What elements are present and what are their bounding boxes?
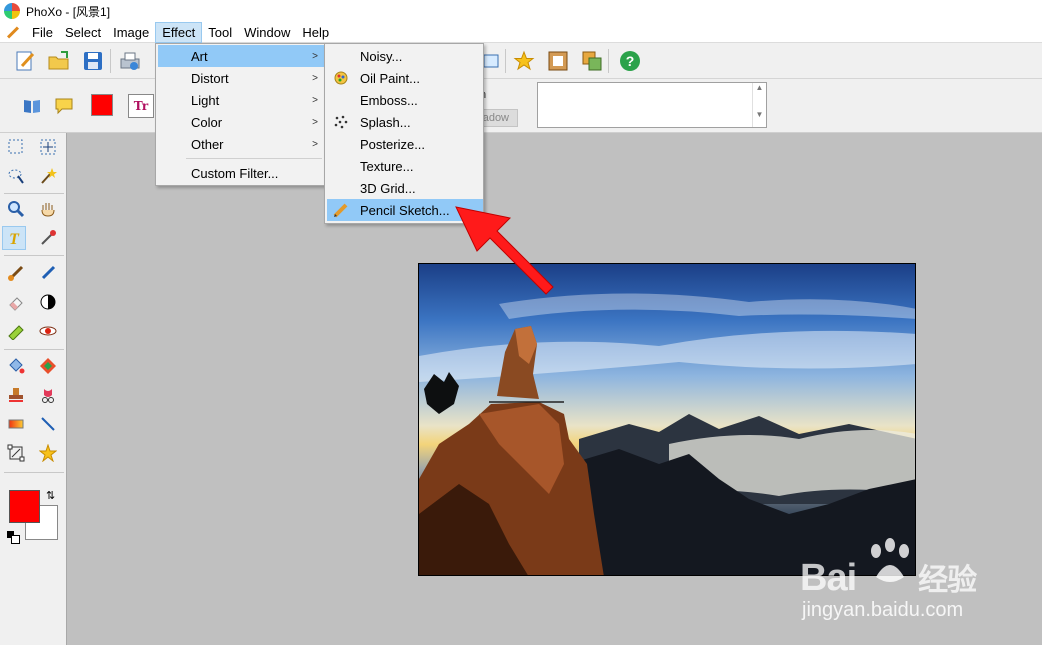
- submenu-arrow-icon: >: [312, 50, 318, 62]
- effect-menu-distort-label: Distort: [191, 70, 229, 86]
- shape-star-icon[interactable]: [36, 441, 60, 465]
- eyedropper-icon[interactable]: [36, 226, 60, 250]
- pencil-icon: [333, 202, 349, 218]
- hand-pan-icon[interactable]: [36, 197, 60, 221]
- effect-menu-other-label: Other: [191, 136, 224, 152]
- title-bar: PhoXo - [风景1]: [0, 0, 1042, 22]
- text-input[interactable]: ▲ ▼: [537, 82, 767, 128]
- menu-effect[interactable]: Effect: [155, 21, 203, 43]
- menu-bar: File Select Image Effect Tool Window Hel…: [0, 21, 1042, 43]
- swap-colors-icon[interactable]: ⇅: [46, 489, 55, 502]
- sharpen-icon[interactable]: [4, 319, 28, 343]
- layers-icon[interactable]: [579, 48, 605, 74]
- menu-help[interactable]: Help: [296, 23, 335, 42]
- line-icon[interactable]: [36, 412, 60, 436]
- text-scrollbar[interactable]: ▲ ▼: [752, 83, 766, 127]
- submenu-arrow-icon: >: [312, 94, 318, 106]
- effect-menu-custom-filter-label: Custom Filter...: [191, 165, 279, 181]
- menu-tool[interactable]: Tool: [202, 23, 238, 42]
- stamp-icon[interactable]: [4, 383, 28, 407]
- menu-separator: [186, 158, 322, 159]
- art-menu-splash-label: Splash...: [360, 114, 411, 130]
- submenu-arrow-icon: >: [312, 138, 318, 150]
- art-menu-3d-grid-label: 3D Grid...: [360, 180, 416, 196]
- art-menu-noisy-label: Noisy...: [360, 48, 403, 64]
- text-tool-icon[interactable]: T: [2, 226, 26, 250]
- art-menu-posterize[interactable]: Posterize...: [327, 133, 483, 155]
- art-menu-emboss[interactable]: Emboss...: [327, 89, 483, 111]
- art-menu-noisy[interactable]: Noisy...: [327, 45, 483, 67]
- effect-menu-custom-filter[interactable]: Custom Filter...: [158, 162, 324, 184]
- image-canvas[interactable]: [418, 263, 916, 576]
- menu-file[interactable]: File: [26, 23, 59, 42]
- new-file-icon[interactable]: [12, 48, 38, 74]
- pen-icon[interactable]: [36, 261, 60, 285]
- art-menu-3d-grid[interactable]: 3D Grid...: [327, 177, 483, 199]
- foreground-color-swatch[interactable]: [9, 490, 40, 523]
- art-menu-oil-paint[interactable]: Oil Paint...: [327, 67, 483, 89]
- oil-paint-icon: [333, 70, 349, 86]
- magic-wand-icon[interactable]: [36, 164, 60, 188]
- menu-window[interactable]: Window: [238, 23, 296, 42]
- art-menu-posterize-label: Posterize...: [360, 136, 426, 152]
- window-title: PhoXo - [风景1]: [26, 4, 111, 19]
- submenu-arrow-icon: >: [312, 116, 318, 128]
- red-eye-icon[interactable]: [36, 319, 60, 343]
- move-selection-icon[interactable]: [36, 135, 60, 159]
- effect-menu-art[interactable]: Art >: [158, 45, 324, 67]
- art-menu-pencil-sketch-label: Pencil Sketch...: [360, 202, 450, 218]
- save-icon[interactable]: [80, 48, 106, 74]
- watermark-url: jingyan.baidu.com: [802, 599, 964, 621]
- favorite-star-icon[interactable]: [511, 48, 537, 74]
- art-menu-oil-paint-label: Oil Paint...: [360, 70, 420, 86]
- book-icon[interactable]: [19, 93, 45, 119]
- color-replace-icon[interactable]: [36, 354, 60, 378]
- reset-colors-icon[interactable]: [7, 531, 20, 544]
- text-color-swatch[interactable]: [91, 94, 113, 116]
- transform-icon[interactable]: [4, 441, 28, 465]
- art-menu-pencil-sketch[interactable]: Pencil Sketch...: [327, 199, 483, 221]
- effect-menu-color-label: Color: [191, 114, 223, 130]
- help-icon[interactable]: ?: [617, 48, 643, 74]
- brush-icon[interactable]: [4, 261, 28, 285]
- app-logo-icon: [4, 3, 20, 19]
- effect-menu: Art > Distort > Light > Color > Other > …: [155, 43, 325, 186]
- frame-icon[interactable]: [545, 48, 571, 74]
- lasso-select-icon[interactable]: [4, 164, 28, 188]
- tool-panel: T ⇅: [0, 133, 67, 645]
- art-menu-splash[interactable]: Splash...: [327, 111, 483, 133]
- effect-menu-light[interactable]: Light >: [158, 89, 324, 111]
- fill-bucket-icon[interactable]: [4, 354, 28, 378]
- art-menu-emboss-label: Emboss...: [360, 92, 418, 108]
- pencil-app-icon: [4, 24, 20, 40]
- svg-text:T: T: [9, 231, 20, 247]
- open-folder-icon[interactable]: [46, 48, 72, 74]
- effect-menu-color[interactable]: Color >: [158, 111, 324, 133]
- submenu-arrow-icon: >: [312, 72, 318, 84]
- effect-menu-other[interactable]: Other >: [158, 133, 324, 155]
- print-icon[interactable]: [117, 48, 143, 74]
- contrast-icon[interactable]: [36, 290, 60, 314]
- font-style-icon[interactable]: Tr: [128, 94, 154, 118]
- zoom-icon[interactable]: [4, 197, 28, 221]
- splash-icon: [333, 114, 349, 130]
- rect-select-icon[interactable]: [4, 135, 28, 159]
- art-menu-texture-label: Texture...: [360, 158, 414, 174]
- effect-menu-art-label: Art: [191, 48, 208, 64]
- art-menu-texture[interactable]: Texture...: [327, 155, 483, 177]
- gradient-icon[interactable]: [4, 412, 28, 436]
- speech-bubble-icon[interactable]: [51, 93, 77, 119]
- art-submenu: Noisy... Oil Paint... Emboss... Splash..…: [324, 43, 484, 224]
- svg-text:?: ?: [626, 53, 635, 69]
- effect-menu-light-label: Light: [191, 92, 220, 108]
- menu-image[interactable]: Image: [107, 23, 155, 42]
- eraser-icon[interactable]: [4, 290, 28, 314]
- clone-scissors-icon[interactable]: [36, 383, 60, 407]
- effect-menu-distort[interactable]: Distort >: [158, 67, 324, 89]
- menu-select[interactable]: Select: [59, 23, 107, 42]
